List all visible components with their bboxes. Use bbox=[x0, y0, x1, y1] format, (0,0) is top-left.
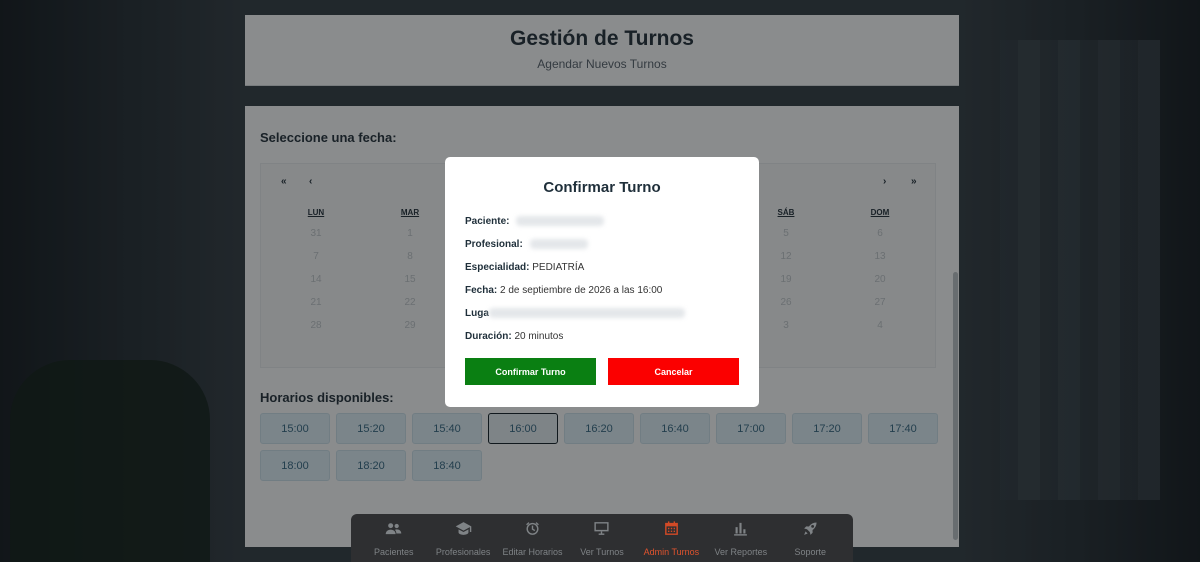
nav-item-label: Admin Turnos bbox=[643, 546, 700, 557]
nav-item-admin-turnos[interactable]: Admin Turnos bbox=[637, 520, 706, 557]
rocket-icon bbox=[802, 520, 819, 542]
confirm-turno-button[interactable]: Confirmar Turno bbox=[465, 358, 596, 385]
modal-title: Confirmar Turno bbox=[543, 179, 661, 196]
graduation-cap-icon bbox=[455, 520, 472, 542]
nav-item-label: Soporte bbox=[794, 546, 826, 557]
users-icon bbox=[385, 520, 402, 542]
cancel-button[interactable]: Cancelar bbox=[608, 358, 739, 385]
paciente-value-redacted bbox=[516, 216, 605, 227]
nav-item-profesionales[interactable]: Profesionales bbox=[428, 520, 497, 557]
fecha-value: 2 de septiembre de 2026 a las 16:00 bbox=[500, 285, 663, 296]
duracion-value: 20 minutos bbox=[514, 331, 564, 342]
paciente-row: Paciente: bbox=[465, 210, 739, 233]
bottom-nav: Pacientes Profesionales Editar Horarios Ver… bbox=[351, 514, 853, 562]
nav-item-label: Ver Turnos bbox=[580, 546, 624, 557]
nav-item-ver-turnos[interactable]: Ver Turnos bbox=[567, 520, 636, 557]
fecha-row: Fecha: 2 de septiembre de 2026 a las 16:… bbox=[465, 279, 739, 302]
fecha-label: Fecha: bbox=[465, 285, 498, 296]
nav-item-label: Ver Reportes bbox=[714, 546, 768, 557]
nav-item-ver-reportes[interactable]: Ver Reportes bbox=[706, 520, 775, 557]
lugar-value-redacted bbox=[488, 308, 685, 319]
bar-chart-icon bbox=[732, 520, 749, 542]
nav-item-soporte[interactable]: Soporte bbox=[776, 520, 845, 557]
profesional-label: Profesional: bbox=[465, 239, 523, 250]
nav-item-pacientes[interactable]: Pacientes bbox=[359, 520, 428, 557]
profesional-row: Profesional: bbox=[465, 233, 739, 256]
nav-item-label: Editar Horarios bbox=[502, 546, 563, 557]
nav-item-label: Pacientes bbox=[373, 546, 414, 557]
duracion-row: Duración: 20 minutos bbox=[465, 325, 739, 348]
paciente-label: Paciente: bbox=[465, 216, 510, 227]
especialidad-label: Especialidad: bbox=[465, 262, 530, 273]
lugar-row: Luga bbox=[465, 302, 739, 325]
calendar-icon bbox=[663, 520, 680, 542]
duracion-label: Duración: bbox=[465, 331, 512, 342]
monitor-icon bbox=[593, 520, 610, 542]
lugar-label: Luga bbox=[465, 308, 489, 319]
nav-item-editar-horarios[interactable]: Editar Horarios bbox=[498, 520, 567, 557]
nav-item-label: Profesionales bbox=[435, 546, 491, 557]
alarm-clock-icon bbox=[524, 520, 541, 542]
especialidad-value: PEDIATRÍA bbox=[532, 262, 585, 273]
especialidad-row: Especialidad: PEDIATRÍA bbox=[465, 256, 739, 279]
profesional-value-redacted bbox=[529, 239, 588, 250]
confirm-modal: Confirmar Turno Paciente: Profesional: E… bbox=[445, 157, 759, 407]
